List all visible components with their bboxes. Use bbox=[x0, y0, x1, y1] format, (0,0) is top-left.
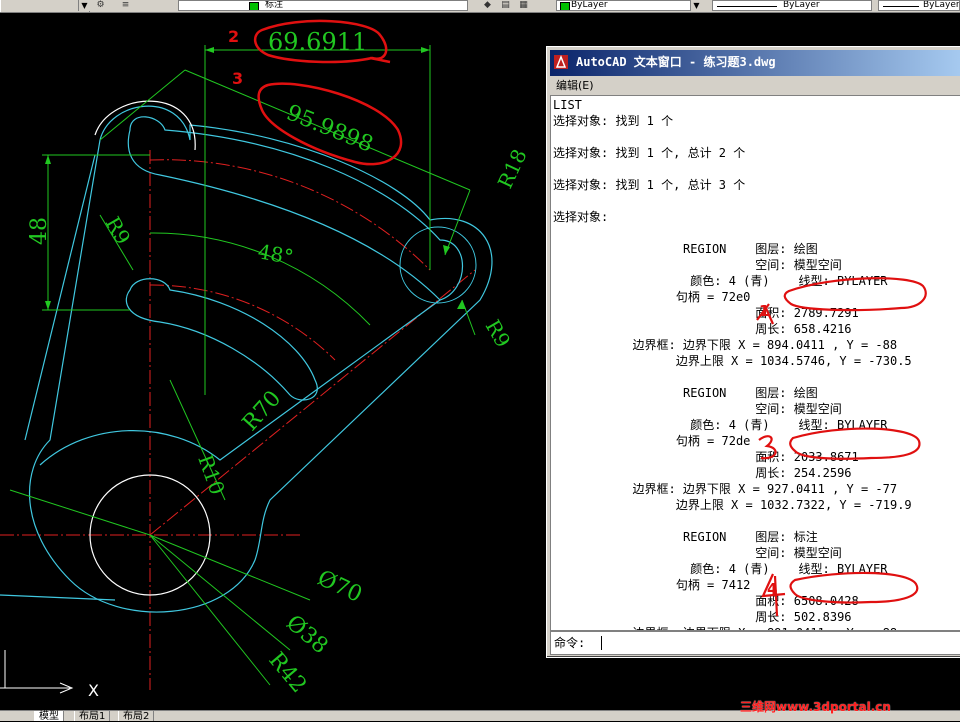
dim-r9-right: R9 bbox=[481, 316, 516, 352]
annot-3: 3 bbox=[232, 69, 243, 88]
dim-vertical-48: 48 bbox=[27, 217, 52, 245]
text-window-titlebar[interactable]: AutoCAD 文本窗口 - 练习题3.dwg bbox=[550, 50, 960, 76]
annot-2: 2 bbox=[228, 27, 239, 46]
linetype-dropdown[interactable]: ByLayer bbox=[712, 0, 872, 11]
layer-previous-icon[interactable]: ◆ bbox=[482, 0, 493, 11]
dim-r18: R18 bbox=[493, 145, 532, 192]
lineweight-value: ByLayer bbox=[923, 0, 960, 10]
dim-phi38: Ø38 bbox=[281, 610, 332, 659]
dim-aligned-top: 69.6911 bbox=[268, 28, 367, 56]
color-dropdown-arrow-icon[interactable]: ▼ bbox=[690, 0, 702, 11]
ucs-icon bbox=[0, 650, 74, 694]
dim-r10: R10 bbox=[193, 452, 229, 498]
toolbar-group-left bbox=[0, 0, 90, 12]
layer-state-icon[interactable]: ▤ bbox=[500, 0, 511, 11]
layer-tool-icon[interactable]: ▦ bbox=[518, 0, 529, 11]
command-prompt: 命令: bbox=[554, 636, 586, 650]
settings-icon[interactable]: ⚙ bbox=[95, 0, 106, 11]
ucs-x-label: X bbox=[88, 681, 99, 700]
color-value: ByLayer bbox=[571, 0, 608, 10]
watermark-logo: 三维网www.3dportal.cn bbox=[740, 700, 891, 714]
menu-edit[interactable]: 编辑(E) bbox=[556, 79, 594, 93]
layer-color-swatch bbox=[249, 2, 259, 10]
autocad-app-icon bbox=[554, 54, 568, 69]
output-annot-1: 1 bbox=[759, 302, 770, 320]
color-dropdown[interactable]: ByLayer bbox=[556, 0, 702, 11]
lineweight-dropdown[interactable]: ByLayer bbox=[878, 0, 960, 11]
properties-toolbar: ▼ ⚙ ≡ 标注 ◆ ▤ ▦ ByLayer ▼ ByLayer ByLayer bbox=[0, 0, 960, 13]
dim-phi70: Ø70 bbox=[313, 566, 365, 608]
dim-aligned-arc: 95.9898 bbox=[283, 100, 377, 157]
dimension-arrows bbox=[45, 47, 466, 310]
text-window-output[interactable]: 边界框: 边界下限 X = 891.0411 , Y = -88 周长: 502… bbox=[550, 95, 960, 631]
layer-name: 标注 bbox=[265, 0, 284, 10]
color-swatch bbox=[560, 2, 570, 10]
red-annotations-output bbox=[756, 277, 927, 617]
dim-r9-left: R9 bbox=[101, 213, 136, 249]
command-line[interactable]: 命令: bbox=[550, 631, 960, 655]
lineweight-preview bbox=[883, 6, 919, 7]
dropdown-arrow-icon[interactable]: ▼ bbox=[78, 0, 90, 11]
layer-dropdown[interactable]: 标注 bbox=[178, 0, 468, 11]
text-window[interactable]: AutoCAD 文本窗口 - 练习题3.dwg 编辑(E) 边界框: 边界下限 … bbox=[546, 46, 960, 658]
text-window-menubar: 编辑(E) bbox=[550, 77, 960, 95]
part-outline bbox=[0, 105, 493, 613]
layer-icon[interactable]: ≡ bbox=[120, 0, 131, 11]
dim-r42: R42 bbox=[263, 648, 311, 698]
text-cursor bbox=[601, 636, 602, 650]
white-geometry bbox=[89, 100, 477, 596]
linetype-preview bbox=[717, 6, 777, 7]
linetype-value: ByLayer bbox=[783, 0, 820, 10]
output-annot-4: 4 bbox=[767, 580, 778, 598]
text-window-title: AutoCAD 文本窗口 - 练习题3.dwg bbox=[576, 55, 776, 69]
dim-r70: R70 bbox=[238, 386, 286, 436]
dim-angle-48: 48° bbox=[256, 239, 295, 269]
